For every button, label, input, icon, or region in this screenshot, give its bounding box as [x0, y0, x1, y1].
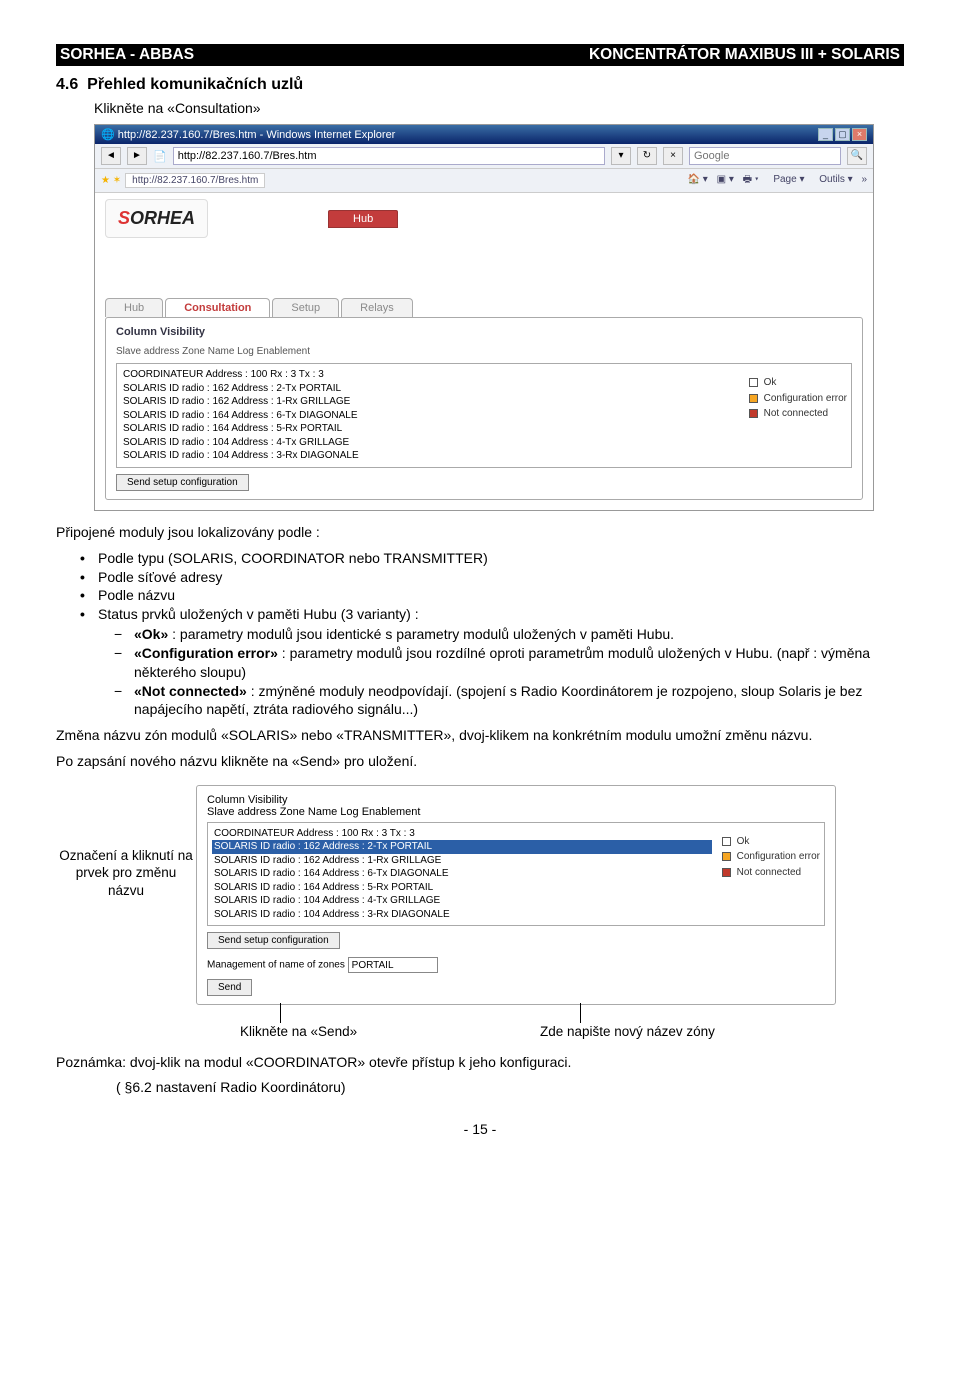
- add-favorite-icon[interactable]: ✶: [113, 175, 121, 186]
- tab-relays[interactable]: Relays: [341, 298, 413, 317]
- send-setup-button[interactable]: Send setup configuration: [116, 474, 249, 491]
- ie-page-icon: 📄: [153, 150, 167, 163]
- bullet-item: Podle typu (SOLARIS, COORDINATOR nebo TR…: [80, 549, 904, 568]
- page-header: SORHEA - ABBAS KONCENTRÁTOR MAXIBUS III …: [56, 44, 904, 66]
- panel-subheader: Slave address Zone Name Log Enablement: [207, 806, 825, 818]
- status-legend: Ok Configuration error Not connected: [749, 368, 847, 463]
- callout-left: Označení a kliknutí na prvek pro změnu n…: [56, 779, 196, 1010]
- bullet-item: Podle názvu: [80, 586, 904, 605]
- list-item[interactable]: SOLARIS ID radio : 164 Address : 6-Tx DI…: [212, 867, 712, 881]
- refresh-button[interactable]: ↻: [637, 147, 657, 165]
- maximize-icon[interactable]: ▢: [835, 128, 850, 141]
- tab-consultation[interactable]: Consultation: [165, 298, 270, 317]
- list-item-selected[interactable]: SOLARIS ID radio : 162 Address : 2-Tx PO…: [212, 840, 712, 854]
- list-item[interactable]: SOLARIS ID radio : 104 Address : 4-Tx GR…: [121, 436, 739, 450]
- section-title: 4.6 Přehled komunikačních uzlů: [56, 76, 904, 94]
- configerror-swatch-icon: [749, 394, 758, 403]
- send-setup-button[interactable]: Send setup configuration: [207, 932, 340, 949]
- ie-toolbar: ★ ✶http://82.237.160.7/Bres.htm 🏠 ▾ ▣ ▾ …: [95, 169, 873, 193]
- notconnected-swatch-icon: [722, 868, 731, 877]
- section-instruction: Klikněte na «Consultation»: [94, 100, 904, 116]
- configerror-swatch-icon: [722, 852, 731, 861]
- ie-titlebar: 🌐 http://82.237.160.7/Bres.htm - Windows…: [95, 125, 873, 144]
- bullet-list: Podle typu (SOLARIS, COORDINATOR nebo TR…: [56, 549, 904, 625]
- search-input[interactable]: [689, 147, 841, 165]
- close-icon[interactable]: ×: [852, 128, 867, 141]
- callout-zone-name: Zde napište nový název zóny: [540, 1023, 720, 1041]
- note-sub: ( §6.2 nastavení Radio Koordinátoru): [116, 1079, 904, 1095]
- header-left: SORHEA - ABBAS: [60, 46, 194, 64]
- tab-setup[interactable]: Setup: [272, 298, 339, 317]
- dash-item: «Configuration error» : parametry modulů…: [114, 644, 904, 680]
- bullet-item: Podle síťové adresy: [80, 568, 904, 587]
- paragraph: Změna názvu zón modulů «SOLARIS» nebo «T…: [56, 726, 904, 744]
- list-item[interactable]: SOLARIS ID radio : 162 Address : 1-Rx GR…: [121, 395, 739, 409]
- note: Poznámka: dvoj-klik na modul «COORDINATO…: [56, 1053, 904, 1071]
- dash-item: «Ok» : parametry modulů jsou identické s…: [114, 625, 904, 643]
- send-button[interactable]: Send: [207, 979, 252, 996]
- list-item[interactable]: SOLARIS ID radio : 164 Address : 6-Tx DI…: [121, 409, 739, 423]
- screenshot-panel-edit: Column Visibility Slave address Zone Nam…: [196, 785, 836, 1006]
- page-number: - 15 -: [56, 1121, 904, 1137]
- sorhea-logo: SORHEA: [105, 199, 208, 238]
- page-menu[interactable]: Page ▾: [767, 174, 804, 185]
- panel-title: Column Visibility: [207, 794, 825, 806]
- status-legend: Ok Configuration error Not connected: [722, 827, 820, 922]
- dash-item: «Not connected» : zmýněné moduly neodpov…: [114, 682, 904, 718]
- hub-header-button[interactable]: Hub: [328, 210, 398, 228]
- zone-name-input[interactable]: [348, 957, 438, 973]
- ie-address-bar: ◄ ► 📄 ▾ ↻ × 🔍: [95, 144, 873, 169]
- stop-button[interactable]: ×: [663, 147, 683, 165]
- callout-send: Klikněte na «Send»: [240, 1023, 420, 1041]
- ok-swatch-icon: [749, 378, 758, 387]
- list-item[interactable]: COORDINATEUR Address : 100 Rx : 3 Tx : 3: [121, 368, 739, 382]
- feeds-icon[interactable]: ▣ ▾: [717, 174, 734, 185]
- list-item[interactable]: SOLARIS ID radio : 162 Address : 1-Rx GR…: [212, 854, 712, 868]
- intro-text: Připojené moduly jsou lokalizovány podle…: [56, 523, 904, 541]
- home-icon[interactable]: 🏠 ▾: [688, 174, 708, 185]
- screenshot-browser: 🌐 http://82.237.160.7/Bres.htm - Windows…: [94, 124, 874, 511]
- print-icon[interactable]: 🖶 ▾: [743, 174, 759, 185]
- header-right: KONCENTRÁTOR MAXIBUS III + SOLARIS: [589, 46, 900, 64]
- browser-tab[interactable]: http://82.237.160.7/Bres.htm: [125, 173, 265, 188]
- window-buttons[interactable]: _▢×: [816, 128, 867, 141]
- modules-list: COORDINATEUR Address : 100 Rx : 3 Tx : 3…: [116, 363, 852, 468]
- tab-hub[interactable]: Hub: [105, 298, 163, 317]
- list-item[interactable]: SOLARIS ID radio : 162 Address : 2-Tx PO…: [121, 382, 739, 396]
- paragraph: Po zapsání nového názvu klikněte na «Sen…: [56, 752, 904, 770]
- ie-globe-icon: 🌐: [101, 129, 115, 141]
- consultation-panel: Column Visibility Slave address Zone Nam…: [105, 317, 863, 500]
- zone-name-management: Management of name of zones: [207, 957, 825, 973]
- list-item[interactable]: SOLARIS ID radio : 104 Address : 4-Tx GR…: [212, 894, 712, 908]
- tools-menu[interactable]: Outils ▾: [813, 174, 852, 185]
- more-icon[interactable]: »: [861, 174, 867, 185]
- app-tabs: Hub Consultation Setup Relays: [105, 298, 873, 317]
- ok-swatch-icon: [722, 837, 731, 846]
- url-input[interactable]: [173, 147, 605, 165]
- favorites-icon[interactable]: ★: [101, 175, 110, 186]
- notconnected-swatch-icon: [749, 409, 758, 418]
- list-item[interactable]: SOLARIS ID radio : 104 Address : 3-Rx DI…: [212, 908, 712, 922]
- list-item[interactable]: SOLARIS ID radio : 104 Address : 3-Rx DI…: [121, 449, 739, 463]
- back-button[interactable]: ◄: [101, 147, 121, 165]
- panel-subheader: Slave address Zone Name Log Enablement: [116, 346, 852, 357]
- go-button[interactable]: ▾: [611, 147, 631, 165]
- search-button[interactable]: 🔍: [847, 147, 867, 165]
- minimize-icon[interactable]: _: [818, 128, 833, 141]
- forward-button[interactable]: ►: [127, 147, 147, 165]
- panel-title: Column Visibility: [116, 326, 852, 338]
- list-item[interactable]: SOLARIS ID radio : 164 Address : 5-Rx PO…: [212, 881, 712, 895]
- list-item[interactable]: COORDINATEUR Address : 100 Rx : 3 Tx : 3: [212, 827, 712, 841]
- bullet-item: Status prvků uložených v paměti Hubu (3 …: [80, 605, 904, 624]
- dash-list: «Ok» : parametry modulů jsou identické s…: [56, 625, 904, 718]
- modules-list: COORDINATEUR Address : 100 Rx : 3 Tx : 3…: [207, 822, 825, 927]
- list-item[interactable]: SOLARIS ID radio : 164 Address : 5-Rx PO…: [121, 422, 739, 436]
